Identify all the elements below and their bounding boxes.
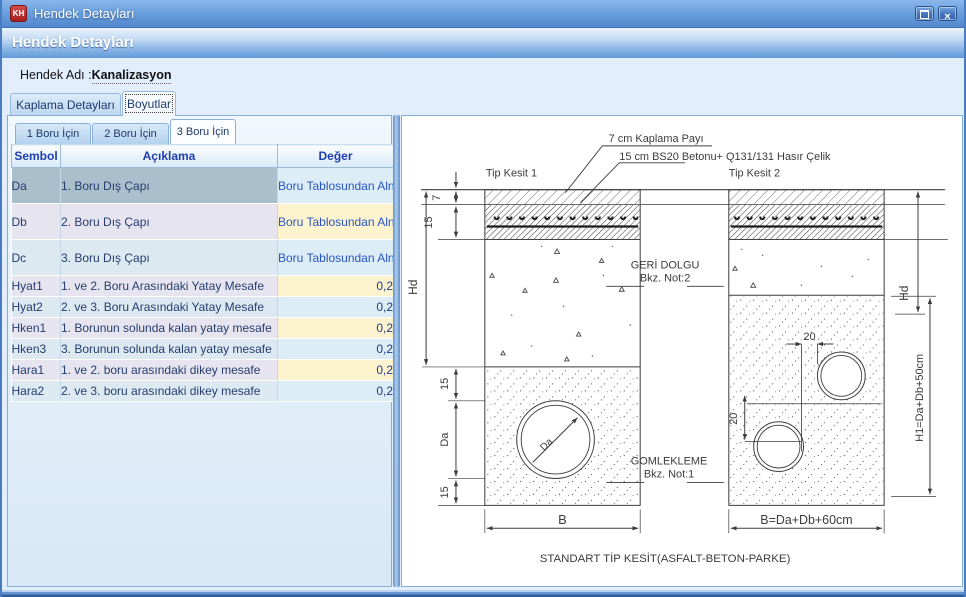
table-row[interactable]: Db 2. Boru Dış Çapı Boru Tablosundan Aln… — [12, 204, 394, 240]
row-symbol: Hyat1 — [12, 276, 61, 297]
dim-hd-left: Hd — [406, 280, 420, 295]
close-button[interactable]: × — [938, 6, 957, 21]
label-tip-kesit-2: Tip Kesit 2 — [729, 168, 780, 180]
row-value-cell[interactable]: 0,2 — [278, 360, 394, 381]
dim-20-left: 20 — [728, 413, 740, 425]
tab-boyutlar[interactable]: Boyutlar — [122, 91, 176, 116]
dim-h1-right: H1=Da+Db+50cm — [914, 354, 926, 442]
row-symbol: Db — [12, 204, 61, 240]
row-description: 1. Borunun solunda kalan yatay mesafe — [61, 318, 278, 339]
table-row[interactable]: Hken3 3. Borunun solunda kalan yatay mes… — [12, 339, 394, 360]
parameters-table: Sembol Açıklama Değer Da 1. Boru Dış Çap… — [11, 144, 394, 402]
col-header-sembol: Sembol — [12, 145, 61, 168]
tab-2-boru-icin[interactable]: 2 Boru İçin — [92, 123, 169, 144]
row-symbol: Hken3 — [12, 339, 61, 360]
pavement-slabs — [485, 190, 884, 240]
col-header-aciklama: Açıklama — [61, 145, 278, 168]
table-header-row: Sembol Açıklama Değer — [12, 145, 394, 168]
hendek-adi-label: Hendek Adı : — [20, 68, 92, 82]
panel-splitter[interactable] — [393, 115, 400, 587]
row-description: 3. Borunun solunda kalan yatay mesafe — [61, 339, 278, 360]
table-row[interactable]: Hara1 1. ve 2. boru arasındaki dikey mes… — [12, 360, 394, 381]
table-row[interactable]: Hken1 1. Borunun solunda kalan yatay mes… — [12, 318, 394, 339]
trench-section-drawing: Da 20 20 — [402, 116, 962, 586]
label-tip-kesit-1: Tip Kesit 1 — [486, 168, 537, 180]
table-row[interactable]: Hyat2 2. ve 3. Boru Arasındaki Yatay Mes… — [12, 297, 394, 318]
dim-b-right: B=Da+Db+60cm — [760, 513, 852, 527]
table-row[interactable]: Hyat1 1. ve 2. Boru Arasındaki Yatay Mes… — [12, 276, 394, 297]
window-title: Hendek Detayları — [34, 6, 134, 21]
maximize-icon — [920, 10, 929, 19]
right-dimension-lines — [918, 192, 930, 495]
row-description: 1. ve 2. boru arasındaki dikey mesafe — [61, 360, 278, 381]
table-row[interactable]: Da 1. Boru Dış Çapı Boru Tablosundan Aln… — [12, 168, 394, 204]
col-header-deger: Değer — [278, 145, 394, 168]
row-symbol: Hara1 — [12, 360, 61, 381]
window-bottom-border — [2, 590, 964, 597]
dim-15-top: 15 — [423, 216, 435, 228]
label-kaplama-payi: 7 cm Kaplama Payı — [609, 133, 704, 145]
row-value-cell[interactable]: 0,2 — [278, 339, 394, 360]
row-description: 2. Boru Dış Çapı — [61, 204, 278, 240]
row-description: 2. ve 3. boru arasındaki dikey mesafe — [61, 381, 278, 402]
page-title: Hendek Detayları — [12, 34, 134, 51]
row-value-cell[interactable]: 0,2 — [278, 381, 394, 402]
dim-15-bot: 15 — [439, 486, 451, 498]
hendek-adi-value: Kanalizasyon — [92, 68, 172, 84]
hendek-adi-row: Hendek Adı :Kanalizasyon — [20, 68, 171, 82]
row-value-cell[interactable]: 0,2 — [278, 276, 394, 297]
row-symbol: Hara2 — [12, 381, 61, 402]
tab-1-boru-icin[interactable]: 1 Boru İçin — [15, 123, 91, 144]
row-value-cell[interactable]: 0,2 — [278, 297, 394, 318]
left-extension-lines — [422, 367, 485, 505]
maximize-button[interactable] — [915, 6, 934, 21]
dim-b-left: B — [558, 512, 567, 527]
row-description: 2. ve 3. Boru Arasındaki Yatay Mesafe — [61, 297, 278, 318]
dim-15-mid: 15 — [439, 378, 451, 390]
dim-da-left: Da — [439, 432, 451, 447]
parameters-panel: 1 Boru İçin 2 Boru İçin 3 Boru İçin Semb… — [7, 115, 392, 587]
row-description: 1. ve 2. Boru Arasındaki Yatay Mesafe — [61, 276, 278, 297]
row-description: 1. Boru Dış Çapı — [61, 168, 278, 204]
hendek-detaylari-window: KH Hendek Detayları × Hendek Detayları H… — [0, 0, 966, 597]
tab-kaplama-detaylari[interactable]: Kaplama Detayları — [10, 93, 121, 116]
row-symbol: Hken1 — [12, 318, 61, 339]
label-gomlekleme-note: Bkz. Not:1 — [644, 468, 694, 480]
app-icon: KH — [10, 5, 27, 22]
row-value-cell[interactable]: Boru Tablosundan Alnacak — [278, 168, 394, 204]
label-geri-dolgu: GERİ DOLGU — [631, 258, 700, 271]
page-header: Hendek Detayları — [2, 28, 964, 58]
drawing-caption: STANDART TİP KESİT(ASFALT-BETON-PARKE) — [540, 552, 791, 565]
dim-20-top: 20 — [803, 331, 815, 343]
drawing-panel: Da 20 20 — [401, 115, 963, 587]
dim-hd-right: Hd — [897, 286, 911, 301]
title-bar[interactable]: KH Hendek Detayları × — [2, 0, 964, 28]
row-symbol: Dc — [12, 240, 61, 276]
tab-3-boru-icin[interactable]: 3 Boru İçin — [170, 119, 236, 144]
table-row[interactable]: Dc 3. Boru Dış Çapı Boru Tablosundan Aln… — [12, 240, 394, 276]
row-description: 3. Boru Dış Çapı — [61, 240, 278, 276]
row-symbol: Hyat2 — [12, 297, 61, 318]
close-icon: × — [944, 11, 950, 23]
table-row[interactable]: Hara2 2. ve 3. boru arasındaki dikey mes… — [12, 381, 394, 402]
concrete-stipple-right — [730, 296, 883, 504]
row-symbol: Da — [12, 168, 61, 204]
dim-7: 7 — [431, 195, 443, 201]
row-value-cell[interactable]: Boru Tablosundan Alnacak — [278, 204, 394, 240]
row-value-cell[interactable]: Boru Tablosundan Alnacak — [278, 240, 394, 276]
label-beton-hasir: 15 cm BS20 Betonu+ Q131/131 Hasır Çelik — [619, 151, 831, 163]
backfill-stones — [490, 249, 756, 361]
label-gomlekleme: GOMLEKLEME — [631, 456, 708, 468]
label-geri-dolgu-note: Bkz. Not:2 — [640, 272, 690, 284]
row-value-cell[interactable]: 0,2 — [278, 318, 394, 339]
